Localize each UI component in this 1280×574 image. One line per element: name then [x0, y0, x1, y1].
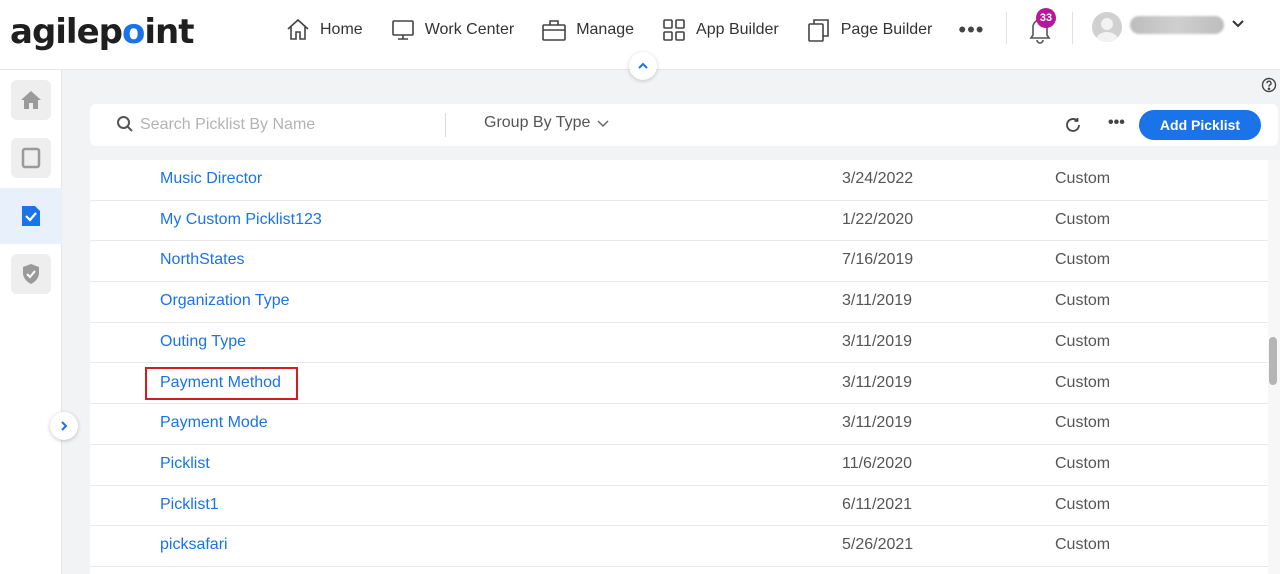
picklist-type: Custom	[1055, 373, 1111, 391]
picklist-name-link[interactable]: picksafari	[160, 536, 228, 554]
expand-sidebar-button[interactable]	[50, 412, 78, 440]
picklist-type: Custom	[1055, 170, 1111, 187]
left-sidebar	[0, 70, 62, 574]
table-row: Picklist1 6/11/2021 Custom	[90, 486, 1268, 527]
briefcase-icon	[542, 20, 567, 41]
home-icon	[287, 18, 309, 40]
nav-item-page-builder[interactable]: Page Builder	[805, 16, 933, 44]
sidebar-item-work-center[interactable]	[0, 130, 62, 186]
nav-more-button[interactable]: •••	[958, 19, 984, 41]
agilepoint-logo[interactable]: agilepoint	[10, 13, 194, 51]
table-row: Organization Type 3/11/2019 Custom	[90, 282, 1268, 323]
nav-divider	[1072, 12, 1073, 44]
picklist-name-link[interactable]: Payment Method	[160, 374, 281, 392]
main-nav: Home Work Center Manage App Builder Page…	[284, 14, 984, 46]
picklist-date: 1/22/2020	[842, 210, 914, 228]
nav-item-label: App Builder	[696, 21, 779, 38]
picklist-name-link[interactable]: Picklist1	[160, 496, 219, 514]
monitor-icon	[391, 20, 414, 40]
grid-icon	[663, 19, 685, 41]
picklist-name-link[interactable]: Payment Mode	[160, 414, 268, 432]
add-picklist-button[interactable]: Add Picklist	[1139, 110, 1261, 140]
nav-item-label: Home	[320, 21, 363, 38]
picklist-type: Custom	[1055, 251, 1111, 269]
pages-icon	[807, 19, 829, 42]
tablet-icon	[21, 147, 41, 169]
picklist-toolbar: Group By Type ••• Add Picklist	[90, 104, 1278, 146]
picklist-date: 3/11/2019	[842, 292, 912, 310]
nav-item-manage[interactable]: Manage	[540, 16, 634, 44]
picklist-date: 3/24/2022	[842, 170, 914, 187]
picklist-type: Custom	[1055, 536, 1111, 554]
table-row: Payment Mode 3/11/2019 Custom	[90, 404, 1268, 445]
search-icon	[117, 116, 133, 132]
picklist-name-link[interactable]: Outing Type	[160, 333, 246, 351]
sidebar-item-picklists[interactable]	[0, 188, 62, 244]
user-avatar[interactable]	[1092, 12, 1122, 42]
table-row: NorthStates 7/16/2019 Custom	[90, 241, 1268, 283]
nav-item-app-builder[interactable]: App Builder	[660, 16, 779, 44]
picklist-name-link[interactable]: My Custom Picklist123	[160, 211, 322, 229]
scrollbar-thumb[interactable]	[1269, 337, 1277, 385]
picklist-name-link[interactable]: Picklist	[160, 455, 210, 473]
picklist-name-link[interactable]: Music Director	[160, 170, 262, 188]
sidebar-item-security[interactable]	[0, 246, 62, 302]
chevron-up-icon	[638, 62, 648, 69]
chevron-down-icon	[597, 120, 609, 128]
picklist-type: Custom	[1055, 210, 1111, 228]
picklist-table: Music Director 3/24/2022 Custom My Custo…	[90, 160, 1268, 574]
picklist-date: 11/6/2020	[842, 454, 912, 472]
group-by-type-dropdown[interactable]: Group By Type	[484, 114, 610, 132]
picklist-date: 3/11/2019	[842, 373, 912, 391]
picklist-name-link[interactable]: NorthStates	[160, 251, 244, 269]
picklist-type: Custom	[1055, 332, 1111, 350]
picklist-type: Custom	[1055, 495, 1111, 513]
refresh-icon[interactable]	[1064, 116, 1082, 134]
checklist-icon	[22, 206, 40, 226]
group-by-label: Group By Type	[484, 114, 591, 131]
toolbar-divider	[445, 113, 446, 137]
picklist-type: Custom	[1055, 454, 1111, 472]
picklist-date: 3/11/2019	[842, 414, 912, 432]
table-row: Payment Method 3/11/2019 Custom	[90, 364, 1268, 405]
table-row: Picklist 11/6/2020 Custom	[90, 445, 1268, 486]
table-row: My Custom Picklist123 1/22/2020 Custom	[90, 201, 1268, 242]
picklist-date: 3/11/2019	[842, 332, 912, 350]
chevron-right-icon	[61, 421, 68, 431]
toolbar-more-button[interactable]: •••	[1108, 114, 1125, 132]
nav-divider	[1006, 12, 1007, 44]
sidebar-item-home[interactable]	[0, 72, 62, 128]
table-row: picksafari 5/26/2021 Custom	[90, 526, 1268, 567]
picklist-name-link[interactable]: Organization Type	[160, 292, 290, 310]
picklist-type: Custom	[1055, 414, 1111, 432]
search-picklist-input[interactable]	[140, 112, 430, 138]
picklist-date: 6/11/2021	[842, 495, 912, 513]
user-name-redacted[interactable]	[1130, 16, 1224, 34]
notification-count-badge: 33	[1036, 8, 1056, 28]
nav-item-home[interactable]: Home	[284, 16, 363, 44]
shield-icon	[23, 264, 39, 284]
picklist-type: Custom	[1055, 292, 1111, 310]
nav-item-label: Manage	[576, 21, 635, 38]
table-row: Music Director 3/24/2022 Custom	[90, 160, 1268, 201]
chevron-down-icon[interactable]	[1230, 16, 1246, 32]
help-icon[interactable]	[1261, 77, 1277, 93]
picklist-date: 7/16/2019	[842, 251, 914, 269]
collapse-header-button[interactable]	[629, 52, 657, 80]
nav-item-work-center[interactable]: Work Center	[389, 16, 515, 44]
picklist-date: 5/26/2021	[842, 536, 914, 554]
nav-item-label: Work Center	[424, 21, 515, 38]
table-row: Outing Type 3/11/2019 Custom	[90, 323, 1268, 364]
nav-item-label: Page Builder	[840, 21, 933, 38]
home-icon	[21, 91, 41, 109]
